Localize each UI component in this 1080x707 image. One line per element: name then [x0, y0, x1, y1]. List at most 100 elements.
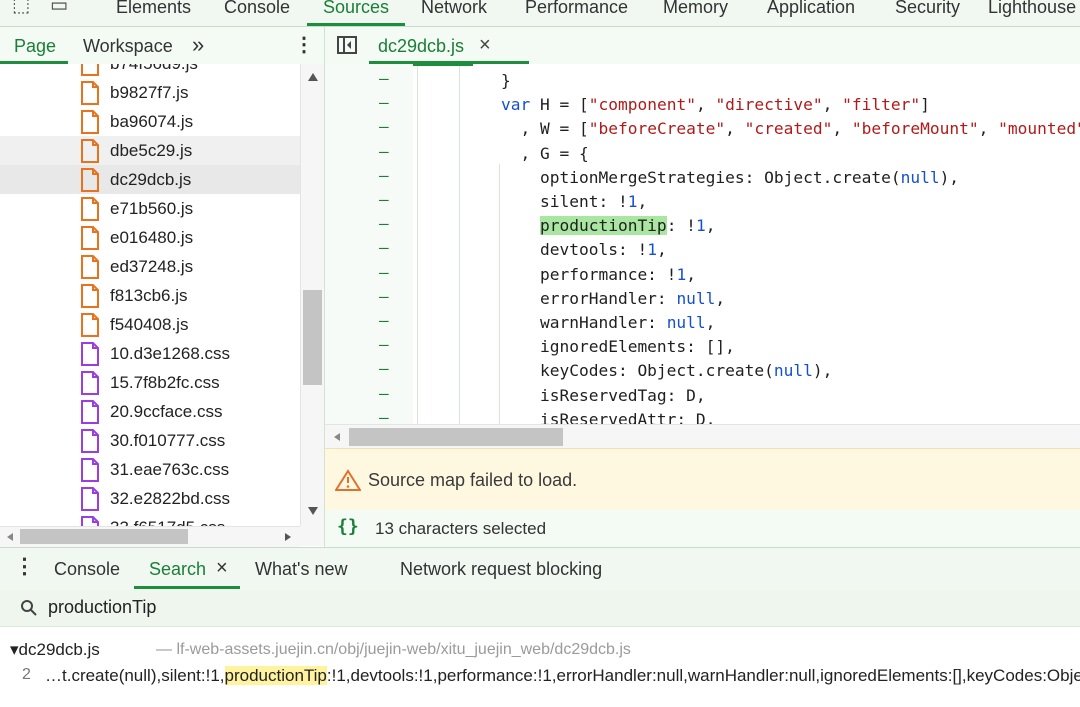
file-item[interactable]: f540408.js: [0, 310, 300, 339]
line-gutter-mark: –: [379, 359, 389, 379]
code-line[interactable]: – performance: !1,: [325, 263, 1080, 287]
css-file-icon: [81, 400, 99, 424]
close-tab-icon[interactable]: ×: [479, 34, 491, 57]
editor-tab-bar: dc29dcb.js ×: [325, 27, 1080, 65]
code-line[interactable]: – ignoredElements: [],: [325, 335, 1080, 359]
tab-page[interactable]: Page: [14, 36, 56, 57]
file-item[interactable]: ed37248.js: [0, 252, 300, 281]
file-name: ba96074.js: [110, 112, 194, 131]
pretty-print-icon[interactable]: {}: [337, 516, 359, 537]
code-text: silent: !1,: [501, 192, 648, 211]
file-tree: b74f56d9.js b9827f7.js ba96074.js dbe5c29.j…: [0, 64, 300, 526]
file-item[interactable]: dc29dcb.js: [0, 165, 300, 194]
line-gutter-mark: –: [379, 117, 389, 137]
file-item[interactable]: 31.eae763c.css: [0, 455, 300, 484]
device-toolbar-icon[interactable]: ▭: [50, 0, 68, 16]
code-line[interactable]: – devtools: !1,: [325, 238, 1080, 262]
file-item[interactable]: ba96074.js: [0, 107, 300, 136]
tab-security[interactable]: Security: [895, 0, 960, 18]
code-line[interactable]: – silent: !1,: [325, 190, 1080, 214]
scroll-thumb[interactable]: [303, 290, 322, 385]
code-line[interactable]: – productionTip: !1,: [325, 214, 1080, 238]
search-bar: [0, 590, 1080, 627]
result-match-line[interactable]: 2 …t.create(null),silent:!1,productionTi…: [0, 666, 1080, 690]
active-tab-indicator: [134, 586, 240, 589]
navigator-header: Page Workspace » ⋮: [0, 27, 324, 65]
line-gutter-mark: –: [379, 93, 389, 113]
drawer-tab-whats-new[interactable]: What's new: [255, 559, 347, 580]
tab-sources[interactable]: Sources: [323, 0, 389, 18]
code-text: keyCodes: Object.create(null),: [501, 361, 833, 381]
js-file-icon: [81, 284, 99, 308]
drawer-tab-console[interactable]: Console: [54, 559, 120, 580]
tab-performance[interactable]: Performance: [525, 0, 628, 18]
tab-memory[interactable]: Memory: [663, 0, 728, 18]
code-line[interactable]: – keyCodes: Object.create(null),: [325, 359, 1080, 383]
code-line[interactable]: – errorHandler: null,: [325, 287, 1080, 311]
code-line[interactable]: – , G = {: [325, 142, 1080, 166]
code-line[interactable]: – , W = ["beforeCreate", "created", "bef…: [325, 117, 1080, 141]
file-item[interactable]: e016480.js: [0, 223, 300, 252]
code-editor[interactable]: –} – var H = ["component", "directive", "f…: [325, 64, 1080, 424]
css-file-icon: [81, 371, 99, 395]
file-item[interactable]: dbe5c29.js: [0, 136, 300, 165]
code-line[interactable]: – isReservedAttr: D,: [325, 408, 1080, 424]
file-item[interactable]: b9827f7.js: [0, 78, 300, 107]
scroll-thumb[interactable]: [20, 529, 188, 544]
scroll-left-icon[interactable]: [6, 532, 14, 542]
file-name: ed37248.js: [110, 257, 194, 276]
code-text: }: [501, 71, 511, 90]
close-search-tab-icon[interactable]: ×: [216, 557, 228, 580]
code-text: , G = {: [501, 143, 589, 163]
code-text: , W = ["beforeCreate", "created", "befor…: [501, 119, 1080, 139]
scroll-up-icon[interactable]: [307, 72, 319, 82]
more-tabs-icon[interactable]: »: [192, 32, 204, 58]
js-file-icon: [81, 139, 99, 163]
code-text: productionTip: !1,: [539, 216, 716, 236]
inspect-element-icon[interactable]: ⬚: [12, 0, 30, 16]
navigator-horizontal-scrollbar[interactable]: [0, 526, 300, 547]
file-item[interactable]: 33.f6517d5.css: [0, 513, 300, 526]
scroll-left-icon[interactable]: [333, 432, 341, 442]
drawer-tab-network-request-blocking[interactable]: Network request blocking: [400, 559, 602, 580]
editor-horizontal-scrollbar[interactable]: [325, 424, 1080, 449]
code-line[interactable]: – warnHandler: null,: [325, 311, 1080, 335]
scroll-thumb[interactable]: [349, 428, 563, 446]
search-input[interactable]: [48, 595, 948, 619]
file-name: f540408.js: [110, 315, 189, 334]
tab-workspace[interactable]: Workspace: [83, 36, 173, 57]
file-item[interactable]: b74f56d9.js: [0, 64, 300, 78]
kebab-menu-icon[interactable]: ⋮: [294, 32, 314, 57]
toggle-navigator-icon[interactable]: [337, 36, 357, 54]
file-name: 15.7f8b2fc.css: [110, 373, 220, 392]
line-gutter-mark: –: [379, 311, 389, 330]
tab-lighthouse[interactable]: Lighthouse: [988, 0, 1076, 18]
code-line[interactable]: –}: [325, 69, 1080, 93]
tab-network[interactable]: Network: [421, 0, 487, 18]
scroll-down-icon[interactable]: [307, 506, 319, 516]
tab-application[interactable]: Application: [767, 0, 855, 18]
css-file-icon: [81, 516, 99, 526]
tab-elements[interactable]: Elements: [116, 0, 191, 18]
scroll-right-icon[interactable]: [284, 532, 292, 542]
file-item[interactable]: f813cb6.js: [0, 281, 300, 310]
snippet-after: :!1,devtools:!1,performance:!1,errorHand…: [326, 666, 1080, 685]
line-gutter-mark: –: [379, 165, 389, 185]
code-line[interactable]: – optionMergeStrategies: Object.create(n…: [325, 166, 1080, 190]
result-file-name[interactable]: ▾dc29dcb.js: [10, 640, 100, 660]
editor-tab-dc29dcb[interactable]: dc29dcb.js: [378, 36, 464, 57]
navigator-vertical-scrollbar[interactable]: [300, 64, 325, 526]
code-line[interactable]: – isReservedTag: D,: [325, 384, 1080, 408]
file-item[interactable]: 10.d3e1268.css: [0, 339, 300, 368]
code-line[interactable]: – var H = ["component", "directive", "fil…: [325, 93, 1080, 117]
file-item[interactable]: 32.e2822bd.css: [0, 484, 300, 513]
line-gutter-mark: –: [379, 214, 389, 234]
line-gutter-mark: –: [379, 69, 389, 88]
file-item[interactable]: 30.f010777.css: [0, 426, 300, 455]
file-item[interactable]: 15.7f8b2fc.css: [0, 368, 300, 397]
tab-console[interactable]: Console: [224, 0, 290, 18]
drawer-tab-search[interactable]: Search: [149, 559, 206, 580]
file-item[interactable]: e71b560.js: [0, 194, 300, 223]
file-item[interactable]: 20.9ccface.css: [0, 397, 300, 426]
drawer-menu-icon[interactable]: ⋮: [14, 554, 35, 579]
